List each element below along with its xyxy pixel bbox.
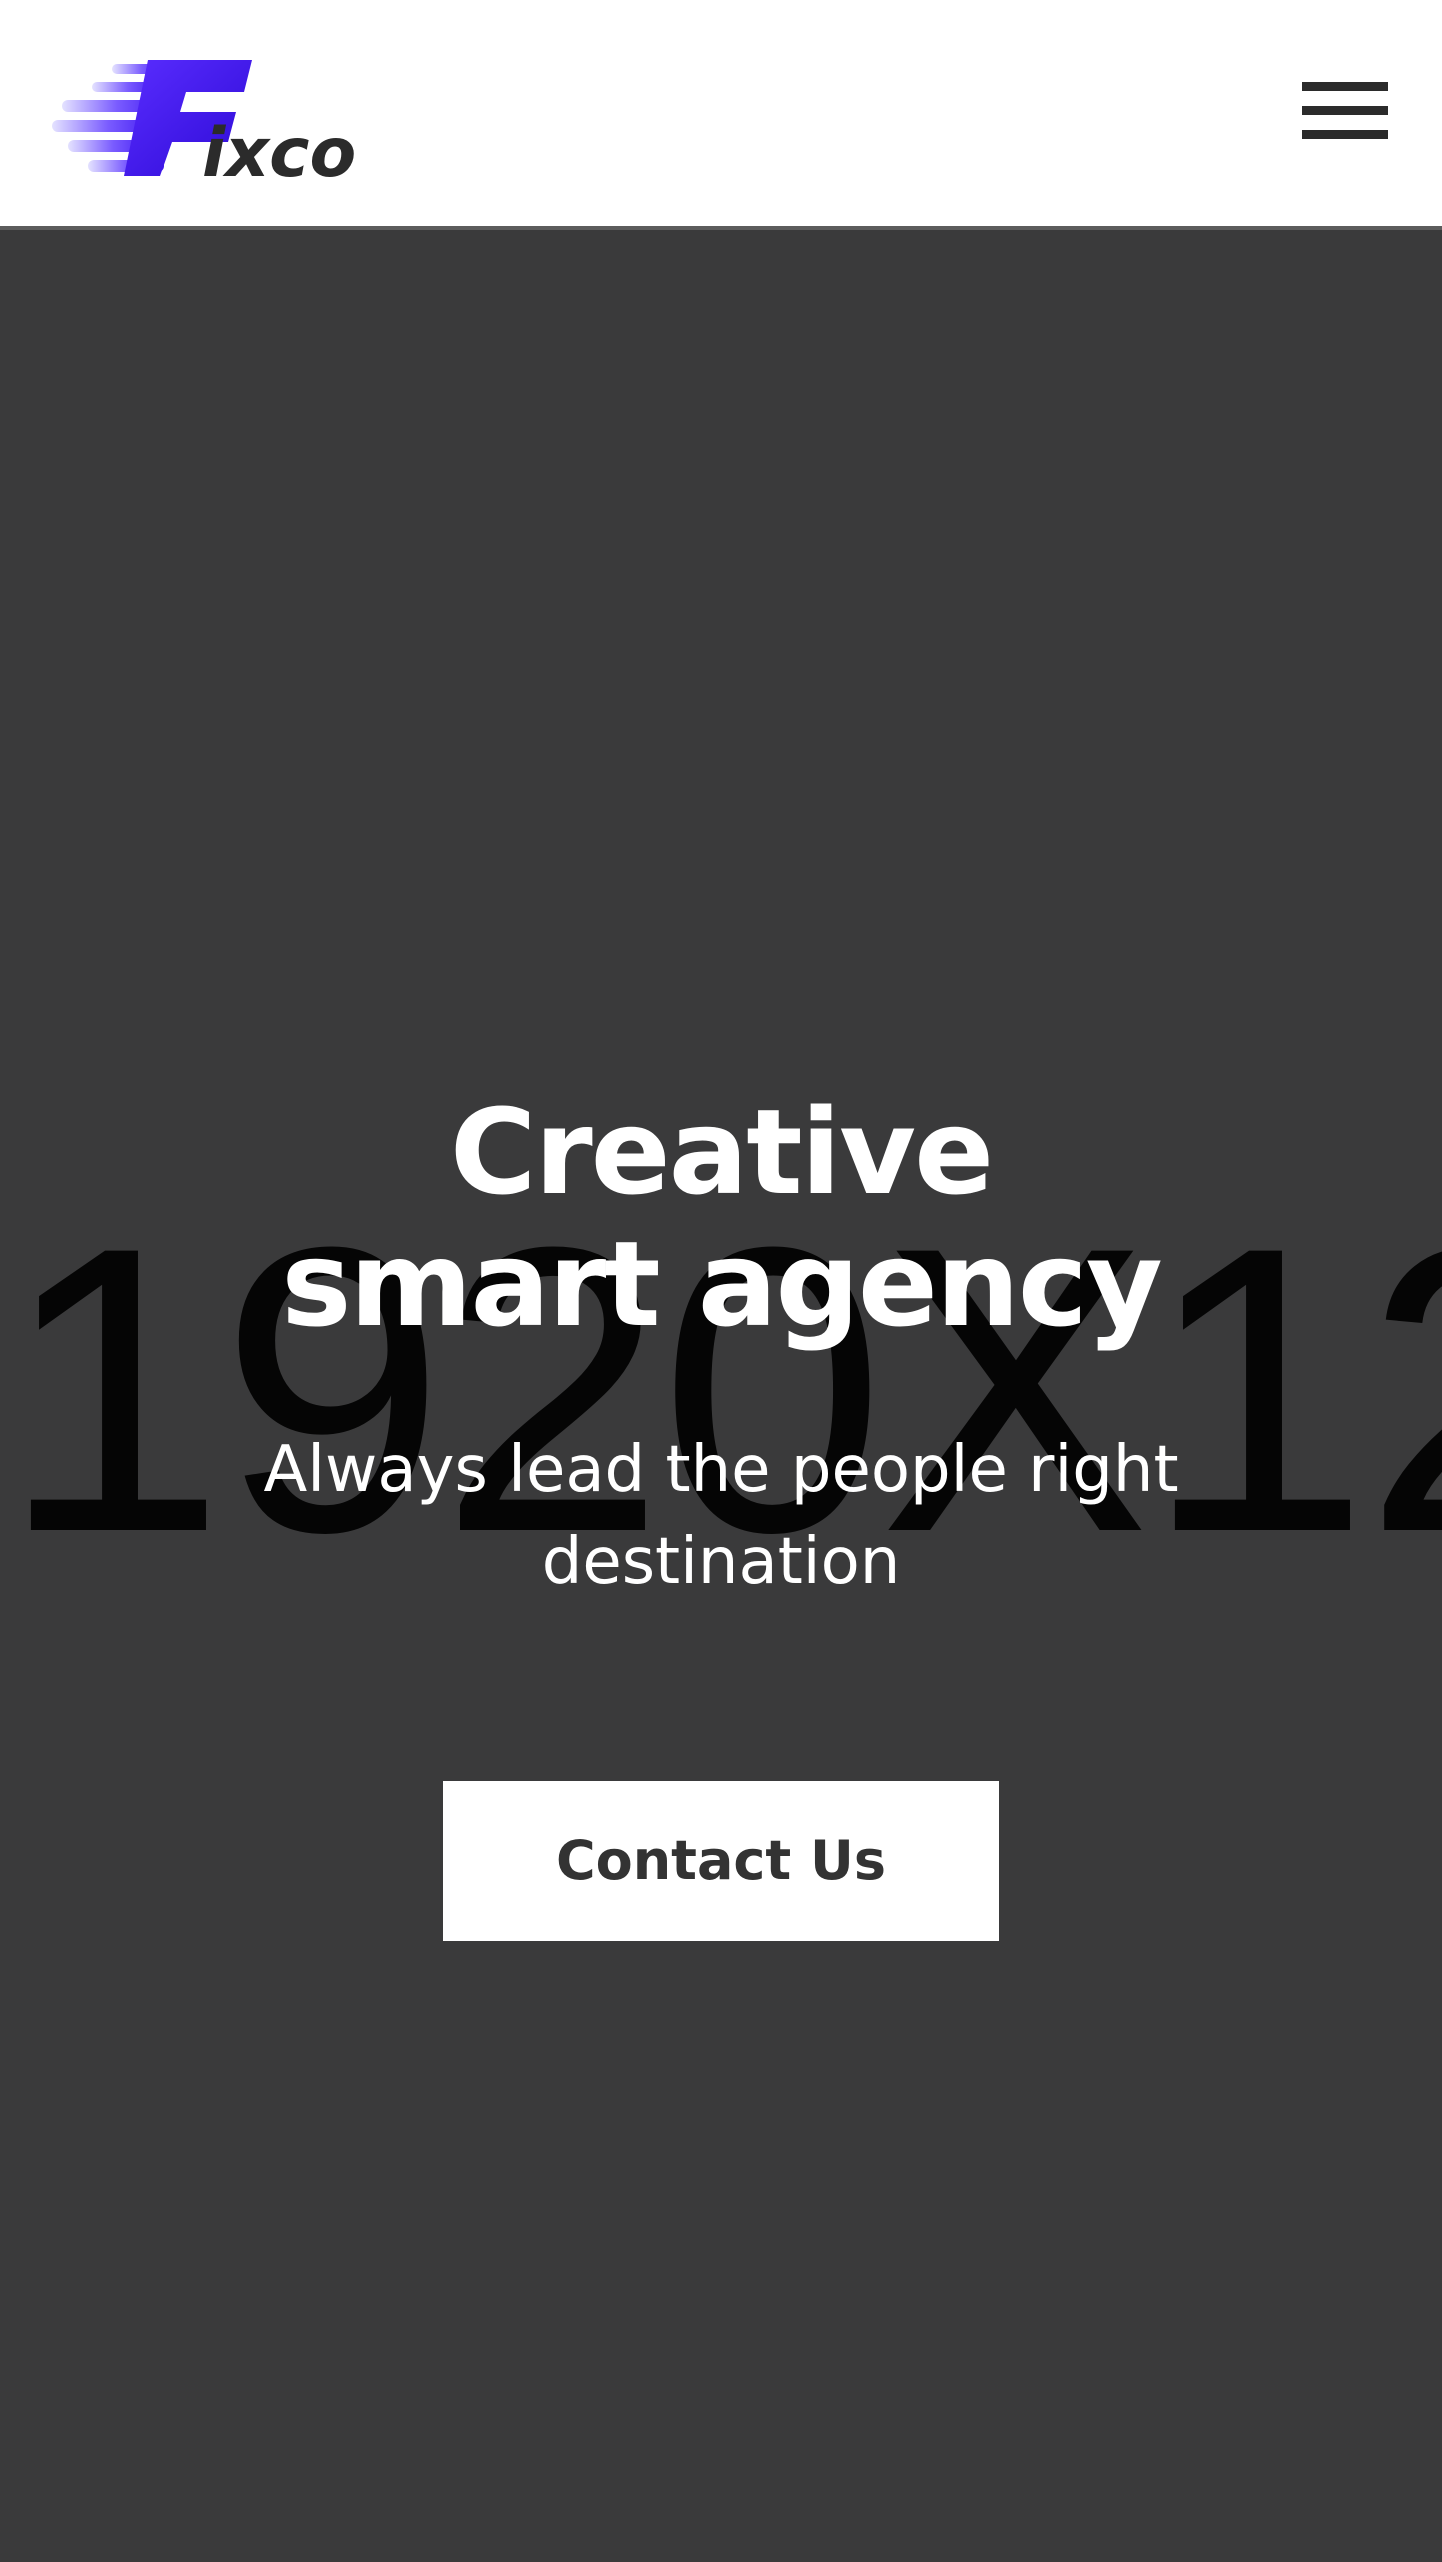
contact-us-button[interactable]: Contact Us xyxy=(443,1781,999,1941)
hero-title-line-1: Creative xyxy=(449,1083,994,1221)
hero-subtitle: Always lead the people right destination xyxy=(263,1433,1179,1599)
hamburger-menu-button[interactable] xyxy=(1296,76,1392,154)
hero-title-line-2: smart agency xyxy=(281,1215,1163,1353)
svg-text:ixco: ixco xyxy=(202,114,356,186)
fixco-logo[interactable]: ixco xyxy=(52,58,362,186)
fixco-logo-icon: ixco xyxy=(52,60,356,186)
site-header: ixco xyxy=(0,0,1442,230)
hero-title: Creative smart agency xyxy=(0,1086,1442,1350)
hero-section: 1920X1280 Creative smart agency Always l… xyxy=(0,234,1442,2562)
